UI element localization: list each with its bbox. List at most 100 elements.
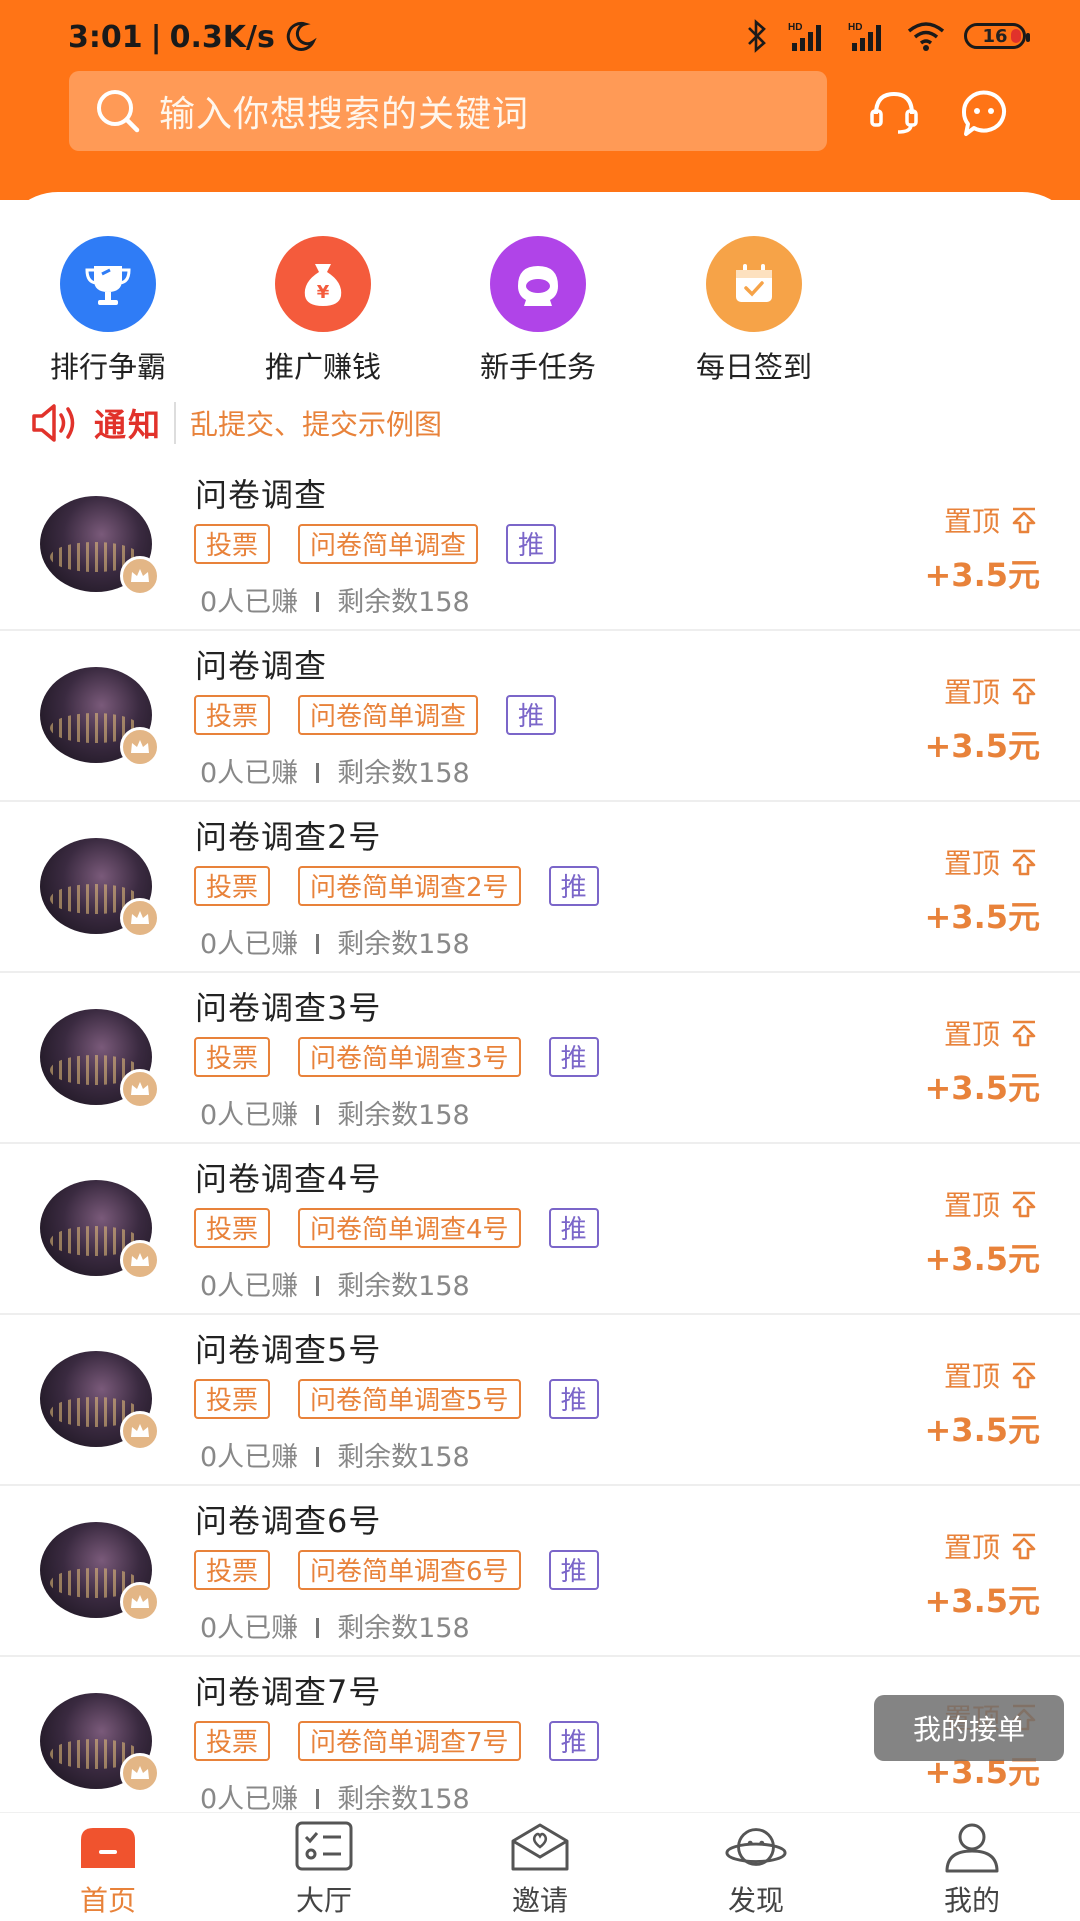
money-bag-icon: ¥ xyxy=(275,236,371,332)
pin-label: 置顶 xyxy=(943,1531,1000,1564)
user-icon xyxy=(940,1817,1004,1877)
tab-invite[interactable]: 邀请 xyxy=(432,1813,648,1921)
quick-action-label: 排行争霸 xyxy=(49,350,166,384)
pin-label: 置顶 xyxy=(943,1018,1000,1051)
quick-action-newbie-tasks[interactable]: 新手任务 xyxy=(453,236,623,386)
pin-up-arrow-icon xyxy=(1012,1191,1036,1218)
pin-to-top-button[interactable]: 置顶 xyxy=(944,1013,1040,1053)
status-icons: HD HD 16 xyxy=(746,14,1030,58)
discover-planet-icon xyxy=(724,1817,788,1877)
quick-action-ranking[interactable]: 排行争霸 xyxy=(23,236,193,386)
signal-hd-icon: HD xyxy=(788,22,821,51)
pin-up-arrow-icon xyxy=(1012,1020,1036,1047)
task-row[interactable]: 问卷调查5号 投票 问卷简单调查5号 推 0人已赚 剩余数158 置顶 +3.5… xyxy=(0,1315,1080,1486)
task-tags: 投票 问卷简单调查6号 推 xyxy=(194,1550,599,1590)
quick-action-label: 每日签到 xyxy=(695,350,812,384)
task-earned-count: 0人已赚 xyxy=(200,929,299,960)
tab-home[interactable]: 首页 xyxy=(0,1813,216,1921)
pin-up-arrow-icon xyxy=(1012,507,1036,534)
task-avatar xyxy=(40,496,160,596)
task-earned-count: 0人已赚 xyxy=(200,1613,299,1644)
wifi-icon xyxy=(907,22,945,51)
tab-label: 邀请 xyxy=(511,1884,568,1917)
pin-to-top-button[interactable]: 置顶 xyxy=(944,1526,1040,1566)
task-avatar xyxy=(40,1351,160,1451)
quick-action-daily-checkin[interactable]: 每日签到 xyxy=(669,236,839,386)
tab-hall[interactable]: 大厅 xyxy=(216,1813,432,1921)
task-reward: +3.5元 xyxy=(924,556,1040,594)
crown-icon xyxy=(120,1240,160,1280)
task-title: 问卷调查 xyxy=(195,647,328,685)
task-row[interactable]: 问卷调查6号 投票 问卷简单调查6号 推 0人已赚 剩余数158 置顶 +3.5… xyxy=(0,1486,1080,1657)
task-tag-category: 投票 xyxy=(194,1379,271,1419)
pin-up-arrow-icon xyxy=(1012,678,1036,705)
my-orders-float-button[interactable]: 我的接单 xyxy=(874,1695,1064,1761)
pin-label: 置顶 xyxy=(943,676,1000,709)
pin-to-top-button[interactable]: 置顶 xyxy=(944,1355,1040,1395)
search-input[interactable]: 输入你想搜索的关键词 xyxy=(69,71,827,151)
task-title: 问卷调查6号 xyxy=(195,1502,382,1540)
task-meta: 0人已赚 剩余数158 xyxy=(200,751,470,790)
task-title: 问卷调查2号 xyxy=(195,818,382,856)
task-tags: 投票 问卷简单调查 推 xyxy=(194,695,557,735)
pin-to-top-button[interactable]: 置顶 xyxy=(944,500,1040,540)
task-tag-push: 推 xyxy=(548,866,599,906)
tab-label: 我的 xyxy=(943,1884,1000,1917)
task-remaining-count: 剩余数158 xyxy=(337,929,470,960)
task-tag-name: 问卷简单调查 xyxy=(298,695,479,735)
task-row[interactable]: 问卷调查 投票 问卷简单调查 推 0人已赚 剩余数158 置顶 +3.5元 xyxy=(0,631,1080,802)
pin-to-top-button[interactable]: 置顶 xyxy=(944,671,1040,711)
meta-divider xyxy=(316,1446,320,1467)
task-row[interactable]: 问卷调查3号 投票 问卷简单调查3号 推 0人已赚 剩余数158 置顶 +3.5… xyxy=(0,973,1080,1144)
tab-mine[interactable]: 我的 xyxy=(864,1813,1080,1921)
task-tag-category: 投票 xyxy=(194,1550,271,1590)
task-tag-push: 推 xyxy=(548,1208,599,1248)
task-tag-name: 问卷简单调查4号 xyxy=(298,1208,521,1248)
trophy-icon xyxy=(60,236,156,332)
pin-up-arrow-icon xyxy=(1012,1533,1036,1560)
status-time: 3:01 xyxy=(68,19,143,55)
task-reward: +3.5元 xyxy=(924,727,1040,765)
task-tag-name: 问卷简单调查6号 xyxy=(298,1550,521,1590)
task-row[interactable]: 问卷调查 投票 问卷简单调查 推 0人已赚 剩余数158 置顶 +3.5元 xyxy=(0,460,1080,631)
task-reward: +3.5元 xyxy=(924,1240,1040,1278)
task-avatar xyxy=(40,667,160,767)
message-icon[interactable] xyxy=(956,84,1012,140)
pin-label: 置顶 xyxy=(943,1189,1000,1222)
task-reward: +3.5元 xyxy=(924,1411,1040,1449)
task-title: 问卷调查3号 xyxy=(195,989,382,1027)
quick-action-promote[interactable]: ¥ 推广赚钱 xyxy=(238,236,408,386)
search-icon xyxy=(97,90,140,133)
pin-up-arrow-icon xyxy=(1012,849,1036,876)
pin-to-top-button[interactable]: 置顶 xyxy=(944,842,1040,882)
task-list: 问卷调查 投票 问卷简单调查 推 0人已赚 剩余数158 置顶 +3.5元 问卷… xyxy=(0,460,1080,1828)
pin-label: 置顶 xyxy=(943,505,1000,538)
notice-text: 乱提交、提交示例图 xyxy=(190,408,443,441)
task-avatar xyxy=(40,1693,160,1793)
task-row[interactable]: 问卷调查2号 投票 问卷简单调查2号 推 0人已赚 剩余数158 置顶 +3.5… xyxy=(0,802,1080,973)
task-reward: +3.5元 xyxy=(924,1069,1040,1107)
task-tag-category: 投票 xyxy=(194,1208,271,1248)
task-meta: 0人已赚 剩余数158 xyxy=(200,1777,470,1816)
checklist-icon xyxy=(292,1817,356,1877)
moon-icon xyxy=(286,21,317,51)
task-row[interactable]: 问卷调查4号 投票 问卷简单调查4号 推 0人已赚 剩余数158 置顶 +3.5… xyxy=(0,1144,1080,1315)
quick-action-label: 新手任务 xyxy=(479,350,596,384)
notice-divider xyxy=(174,402,177,444)
search-placeholder: 输入你想搜索的关键词 xyxy=(159,94,530,135)
customer-service-headset-icon[interactable] xyxy=(866,84,922,140)
crown-icon xyxy=(120,1069,160,1109)
task-tag-name: 问卷简单调查5号 xyxy=(298,1379,521,1419)
tab-label: 首页 xyxy=(79,1884,136,1917)
status-bar: 3:01 | 0.3K/s xyxy=(68,12,317,62)
task-tag-name: 问卷简单调查2号 xyxy=(298,866,521,906)
task-earned-count: 0人已赚 xyxy=(200,1271,299,1302)
battery-icon: 16 xyxy=(964,23,1030,49)
notice-bar[interactable]: 通知 乱提交、提交示例图 xyxy=(30,398,442,448)
task-earned-count: 0人已赚 xyxy=(200,1442,299,1473)
task-tag-category: 投票 xyxy=(194,1721,271,1761)
tab-discover[interactable]: 发现 xyxy=(648,1813,864,1921)
task-earned-count: 0人已赚 xyxy=(200,1100,299,1131)
chat-bubble-icon xyxy=(490,236,586,332)
pin-to-top-button[interactable]: 置顶 xyxy=(944,1184,1040,1224)
